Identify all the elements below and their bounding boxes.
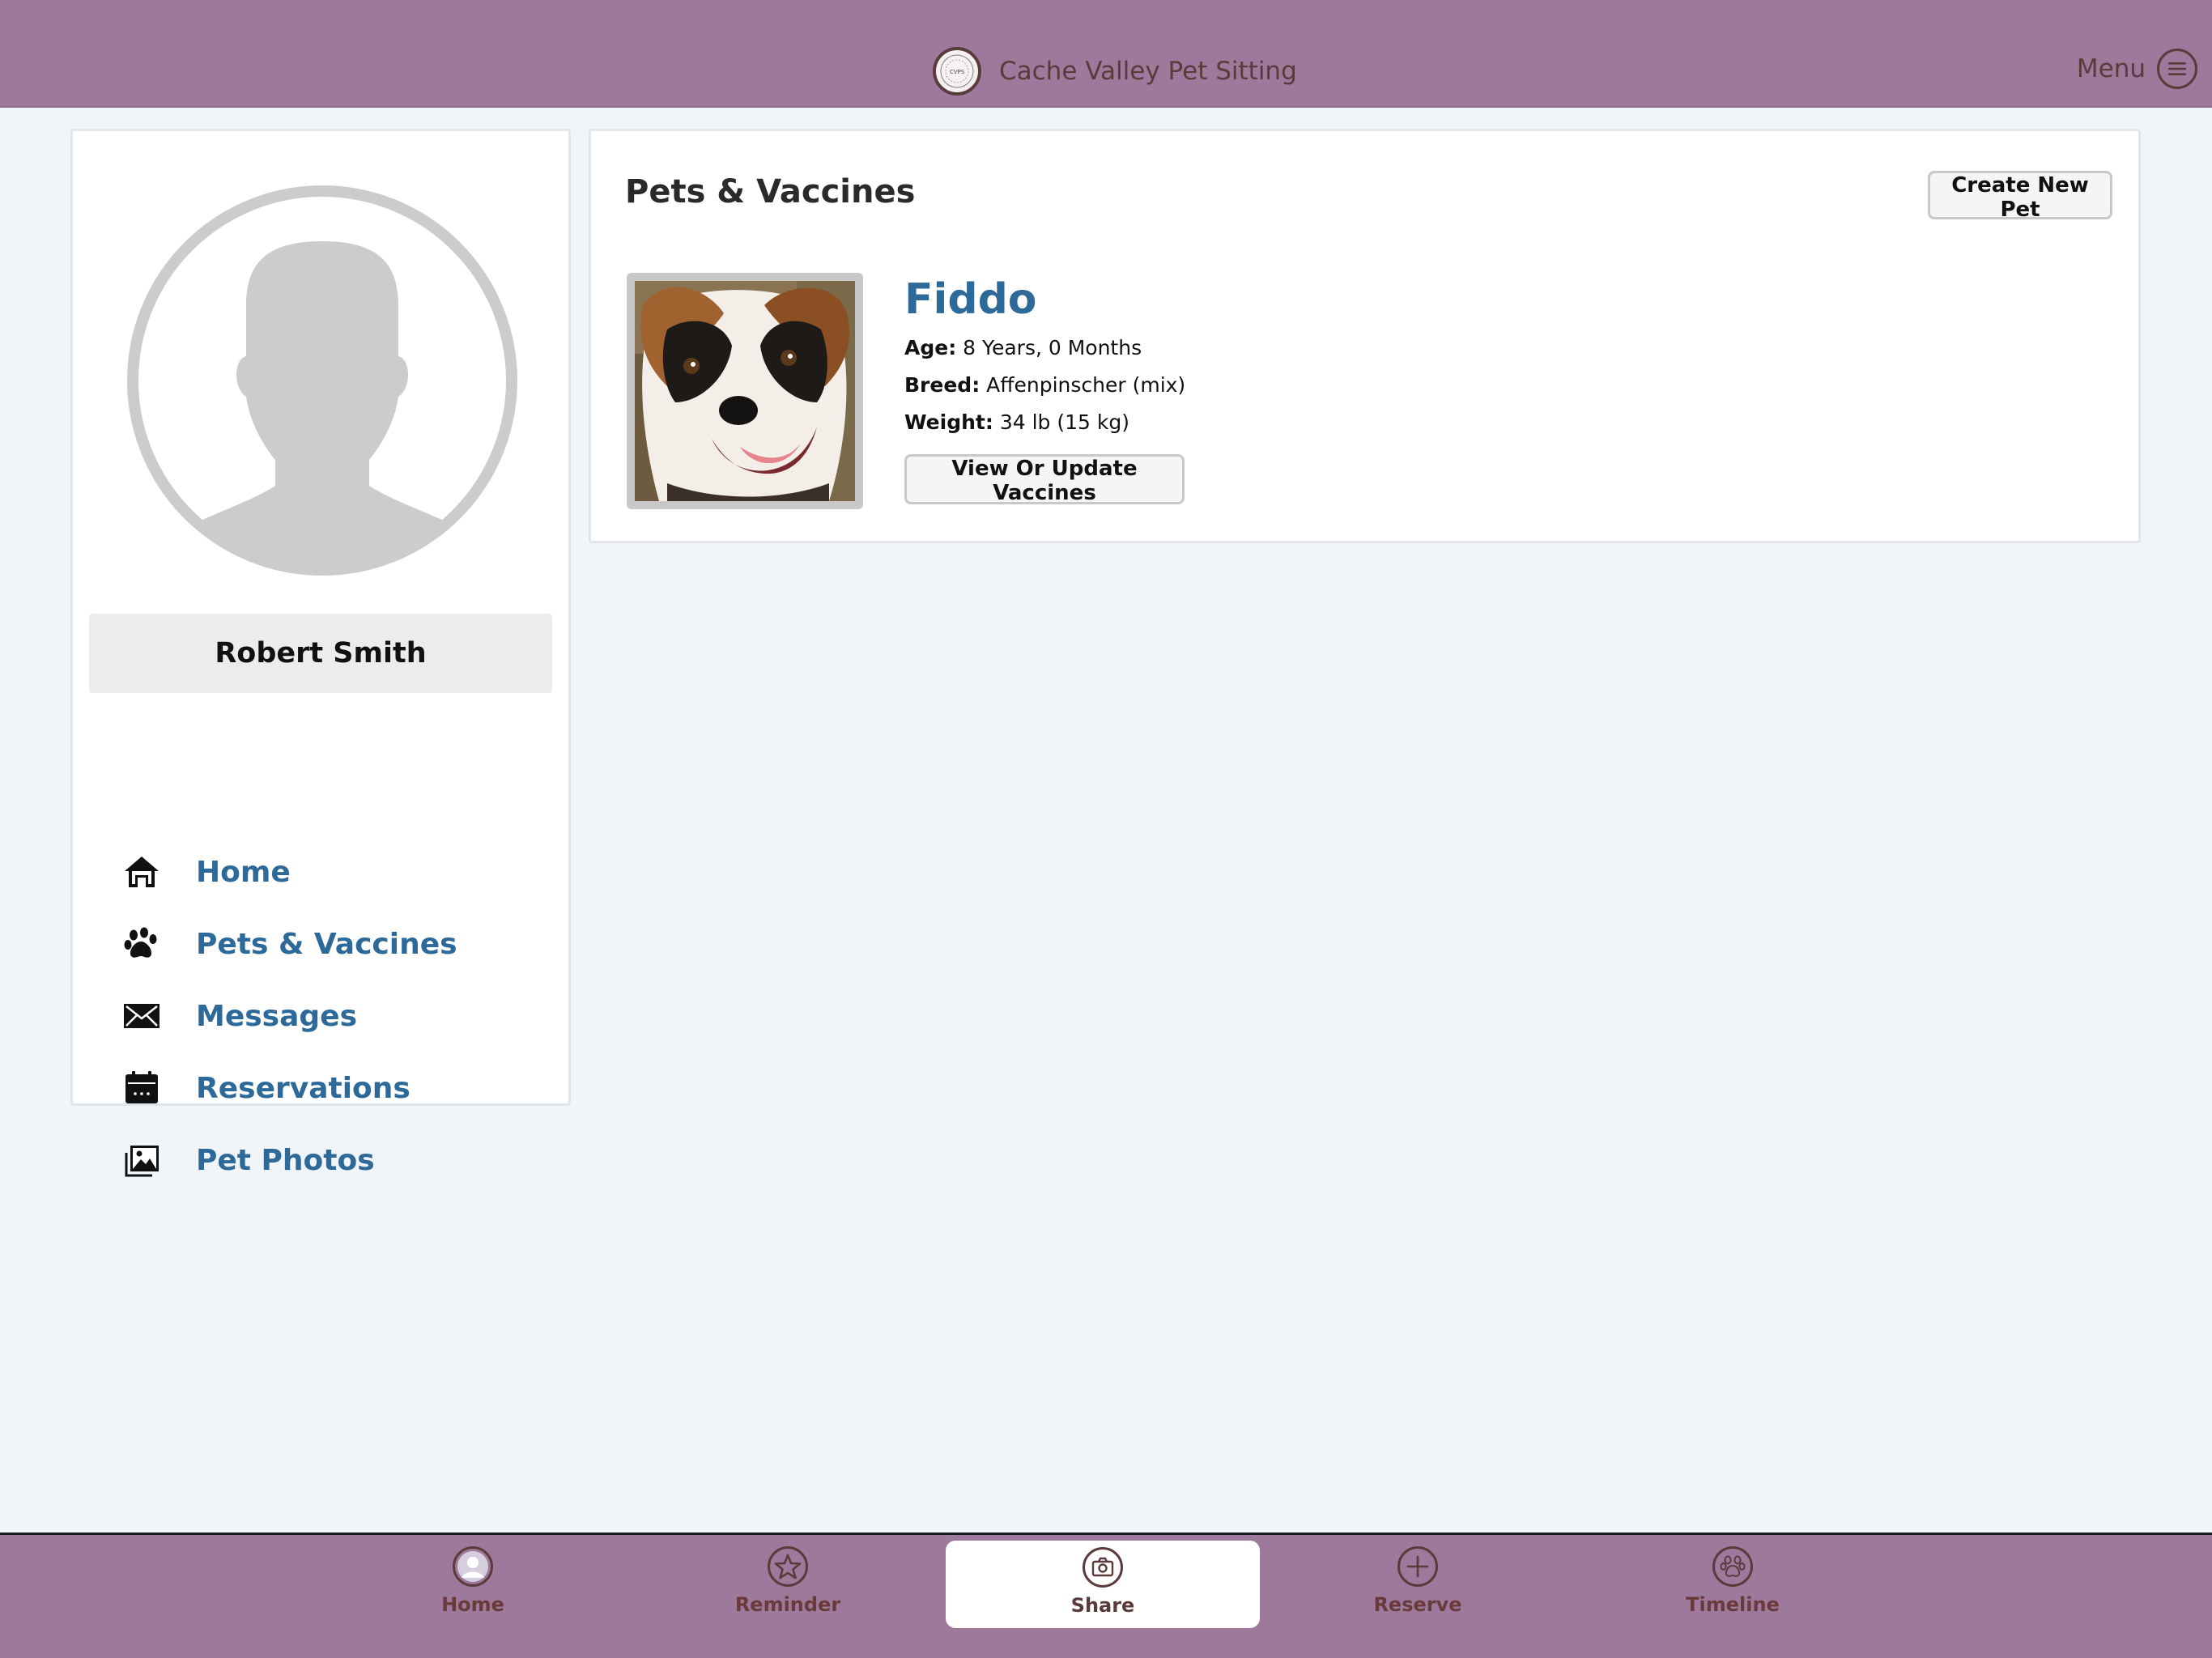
tab-label: Home: [441, 1593, 504, 1616]
pet-photo[interactable]: [627, 273, 863, 509]
sidebar-item-reservations[interactable]: Reservations: [121, 1060, 510, 1116]
paw-icon: [1712, 1546, 1753, 1587]
dog-photo-image: [635, 281, 855, 501]
create-new-pet-button[interactable]: Create New Pet: [1928, 171, 2112, 222]
pet-weight: Weight: 34 lb (15 kg): [904, 410, 1129, 434]
camera-icon: [1083, 1547, 1123, 1588]
user-name: Robert Smith: [89, 614, 552, 693]
pets-card: Pets & Vaccines Create New Pet Fiddo Age…: [589, 129, 2141, 543]
paw-icon: [121, 924, 162, 964]
pet-breed-value: Affenpinscher (mix): [986, 373, 1186, 397]
brand-name: Cache Valley Pet Sitting: [999, 57, 1297, 86]
sidebar: Robert Smith Home Pets & Vaccines Messag…: [70, 129, 571, 1177]
menu-label: Menu: [2076, 54, 2146, 83]
envelope-icon: [121, 996, 162, 1036]
plus-icon: [1397, 1546, 1438, 1587]
sidebar-item-label: Pets & Vaccines: [196, 927, 457, 961]
pet-breed: Breed: Affenpinscher (mix): [904, 373, 1185, 397]
sidebar-item-home[interactable]: Home: [121, 844, 510, 900]
sidebar-item-pets-vaccines[interactable]: Pets & Vaccines: [121, 916, 510, 972]
pet-weight-label: Weight:: [904, 410, 993, 434]
tab-label: Reminder: [734, 1593, 841, 1616]
sidebar-item-label: Pet Photos: [196, 1143, 375, 1177]
tab-home[interactable]: Home: [316, 1546, 630, 1632]
calendar-icon: [121, 1068, 162, 1108]
pet-age-label: Age:: [904, 336, 957, 359]
sidebar-item-pet-photos[interactable]: Pet Photos: [121, 1132, 510, 1188]
person-icon: [453, 1546, 493, 1587]
menu-button[interactable]: Menu: [2077, 49, 2197, 89]
tab-label: Share: [1070, 1594, 1135, 1617]
pet-age-value: 8 Years, 0 Months: [963, 336, 1142, 359]
sidebar-item-messages[interactable]: Messages: [121, 988, 510, 1044]
sidebar-item-label: Reservations: [196, 1071, 410, 1105]
photos-icon: [121, 1140, 162, 1180]
pet-name-link[interactable]: Fiddo: [904, 275, 1037, 324]
hamburger-icon: [2157, 49, 2197, 89]
view-update-vaccines-button[interactable]: View Or Update Vaccines: [904, 454, 1185, 505]
sidebar-item-label: Home: [196, 855, 291, 889]
brand-logo-text: CVPS: [950, 69, 965, 75]
top-bar: CVPS Cache Valley Pet Sitting Menu: [0, 0, 2212, 108]
sidebar-item-label: Messages: [196, 999, 358, 1033]
pet-weight-value: 34 lb (15 kg): [999, 410, 1129, 434]
tab-share[interactable]: Share: [946, 1541, 1260, 1628]
tab-label: Timeline: [1686, 1593, 1780, 1616]
tab-label: Reserve: [1373, 1593, 1462, 1616]
tab-timeline[interactable]: Timeline: [1576, 1546, 1890, 1632]
bottom-tab-bar: Home Reminder Share Reserve Timeline: [0, 1533, 2212, 1658]
page-title: Pets & Vaccines: [625, 173, 916, 210]
tab-reserve[interactable]: Reserve: [1261, 1546, 1575, 1632]
brand-logo-icon: CVPS: [933, 47, 981, 96]
pet-age: Age: 8 Years, 0 Months: [904, 336, 1142, 359]
avatar: [126, 185, 518, 576]
brand-link[interactable]: CVPS Cache Valley Pet Sitting: [933, 47, 1297, 96]
star-icon: [768, 1546, 808, 1587]
pet-breed-label: Breed:: [904, 373, 981, 397]
tab-reminder[interactable]: Reminder: [631, 1546, 945, 1632]
home-icon: [121, 852, 162, 892]
default-avatar-icon: [127, 185, 517, 576]
